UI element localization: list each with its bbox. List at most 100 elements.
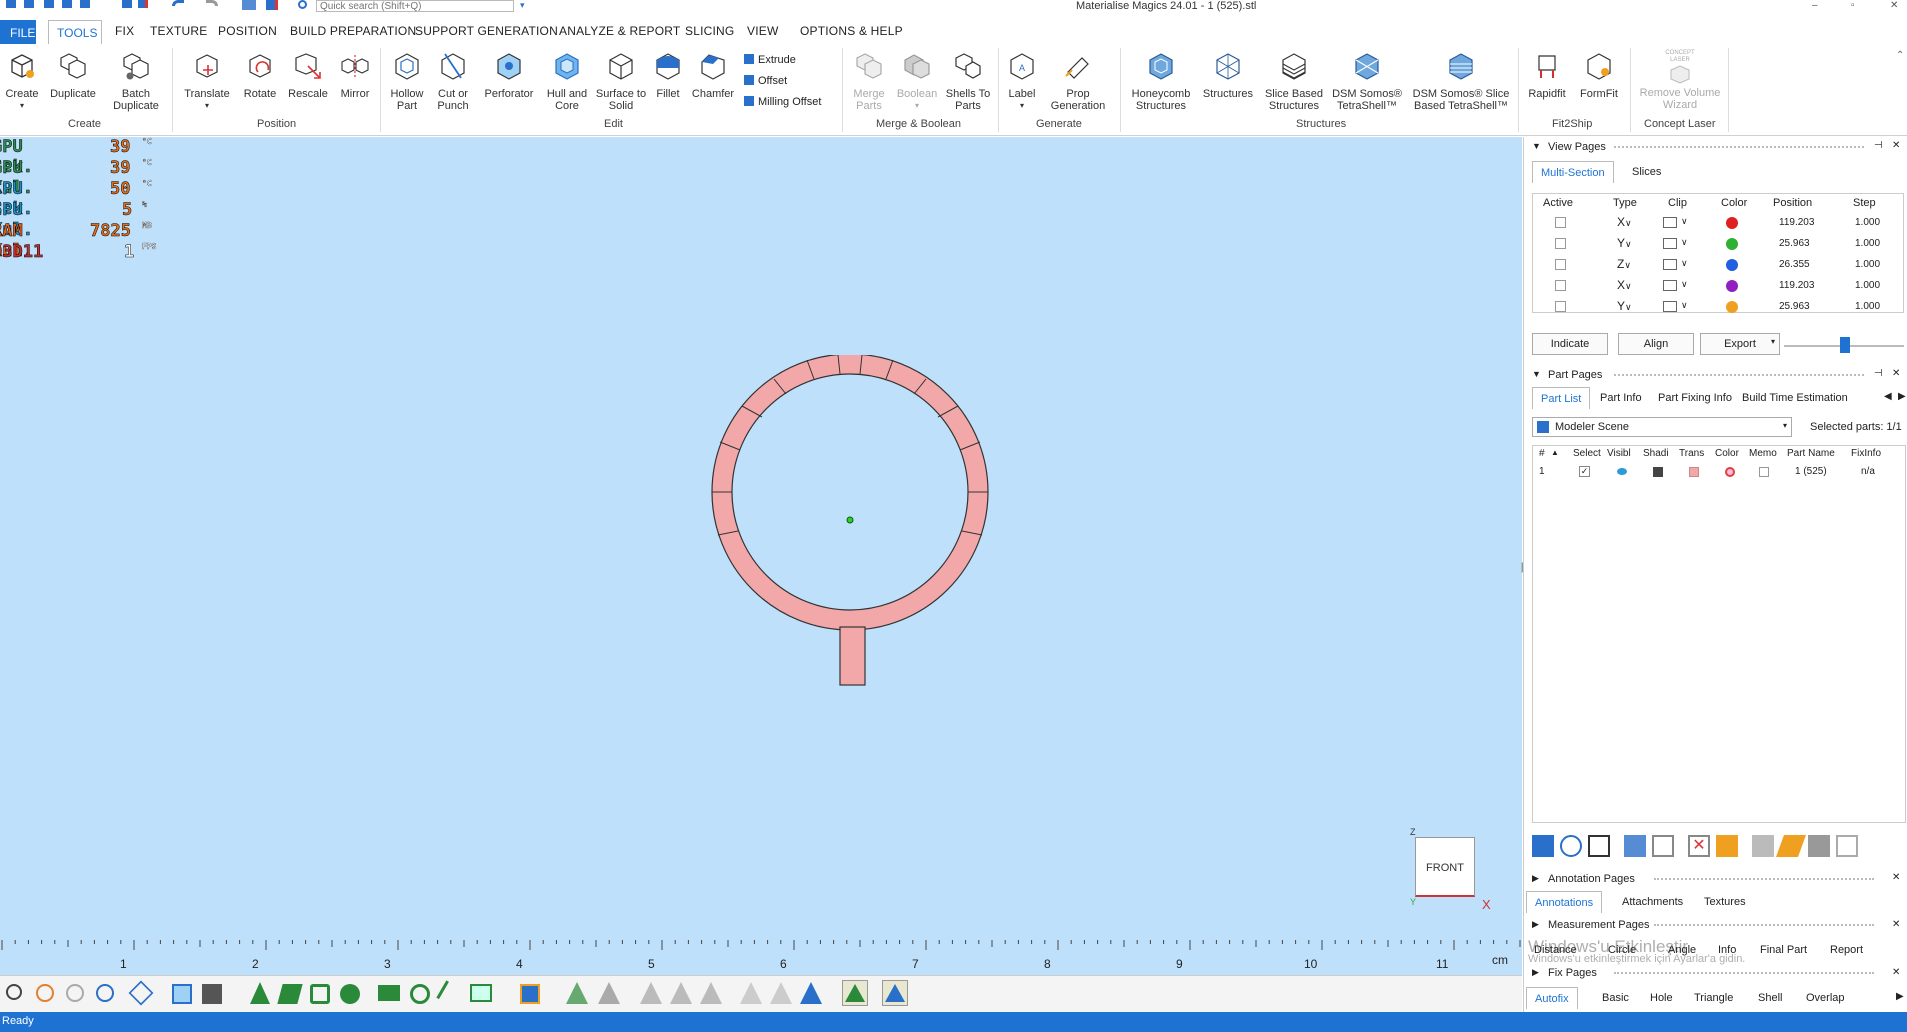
print-icon[interactable]: [80, 0, 90, 8]
tab-triangle[interactable]: Triangle: [1686, 987, 1741, 1009]
quick-search-input[interactable]: [316, 0, 514, 12]
mark-triangle-icon[interactable]: [566, 982, 588, 1004]
section-step[interactable]: 1.000: [1855, 217, 1880, 228]
view-shaded-icon[interactable]: [202, 984, 222, 1004]
select-plane-icon[interactable]: [277, 984, 303, 1004]
part-pages-header[interactable]: ▼ Part Pages ⊣ ✕: [1524, 367, 1907, 387]
view-pages-header[interactable]: ▼ View Pages ⊣ ✕: [1524, 139, 1907, 159]
menu-support-generation[interactable]: SUPPORT GENERATION: [415, 24, 558, 38]
view-iso-icon[interactable]: [128, 980, 154, 1006]
section-color-swatch[interactable]: [1726, 259, 1738, 271]
tab-part-fixing-info[interactable]: Part Fixing Info: [1650, 387, 1740, 409]
prop-generation-button[interactable]: Prop Generation: [1046, 50, 1110, 112]
select-surface-icon[interactable]: [310, 984, 330, 1004]
tab-angle[interactable]: Angle: [1660, 939, 1704, 961]
active-checkbox[interactable]: [1555, 217, 1566, 228]
pin-icon[interactable]: ⊣: [1874, 140, 1883, 151]
open-icon[interactable]: [44, 0, 54, 8]
tab-scroll-left-icon[interactable]: ◀: [1884, 391, 1892, 402]
menu-analyze-report[interactable]: ANALYZE & REPORT: [559, 24, 680, 38]
dsm-tetrashell-button[interactable]: DSM Somos® TetraShell™: [1330, 50, 1404, 112]
collapse-triangle-icon[interactable]: ▼: [1532, 141, 1541, 151]
section-type[interactable]: X∨: [1617, 278, 1632, 292]
section-step[interactable]: 1.000: [1855, 280, 1880, 291]
close-icon[interactable]: ✕: [1892, 140, 1900, 151]
fix-pages-header[interactable]: ▶ Fix Pages ✕: [1524, 967, 1907, 987]
chevron-down-icon[interactable]: ∨: [1681, 279, 1688, 290]
expand-triangle-icon[interactable]: ▶: [1532, 919, 1539, 930]
menu-position[interactable]: POSITION: [218, 24, 277, 38]
delete-part-icon[interactable]: ✕: [1688, 835, 1710, 857]
tab-distance[interactable]: Distance: [1526, 939, 1585, 961]
surface-to-solid-button[interactable]: Surface to Solid: [594, 50, 648, 112]
new-icon[interactable]: [24, 0, 34, 8]
view-front-icon[interactable]: [172, 984, 192, 1004]
clip-icon[interactable]: [1663, 280, 1677, 291]
part-tool-icon[interactable]: [1716, 835, 1738, 857]
part-tool-icon[interactable]: [1752, 835, 1774, 857]
offset-button[interactable]: Offset: [744, 75, 787, 87]
mark-plane-icon[interactable]: [598, 982, 620, 1004]
deselect-icon[interactable]: [266, 0, 278, 10]
hollow-part-button[interactable]: Hollow Part: [384, 50, 430, 112]
section-type[interactable]: X∨: [1617, 215, 1632, 229]
extrude-button[interactable]: Extrude: [744, 54, 796, 66]
part-color-swatch[interactable]: [1725, 467, 1735, 477]
tab-attachments[interactable]: Attachments: [1614, 891, 1691, 913]
unmark-surface-icon[interactable]: [700, 982, 722, 1004]
table-row[interactable]: X∨ ∨ 119.203 1.000: [1533, 275, 1903, 296]
part-tool-icon[interactable]: [1588, 835, 1610, 857]
hull-and-core-button[interactable]: Hull and Core: [542, 50, 592, 112]
invert-marking-icon[interactable]: [800, 982, 822, 1004]
rotate-button[interactable]: Rotate: [240, 50, 280, 100]
zoom-window-icon[interactable]: [36, 984, 54, 1002]
active-checkbox[interactable]: [1555, 238, 1566, 249]
menu-file[interactable]: FILE: [0, 20, 36, 44]
select-rect-icon[interactable]: [378, 985, 400, 1001]
duplicate-button[interactable]: Duplicate: [46, 50, 100, 100]
close-icon[interactable]: ✕: [1892, 368, 1900, 379]
scene-select[interactable]: Modeler Scene ▾: [1532, 417, 1792, 437]
mark-all-icon[interactable]: [740, 982, 762, 1004]
close-icon[interactable]: ✕: [1892, 967, 1900, 978]
select-checkbox[interactable]: ✓: [1579, 466, 1590, 477]
expand-marking-icon[interactable]: [842, 980, 868, 1006]
section-step[interactable]: 1.000: [1855, 238, 1880, 249]
zoom-all-icon[interactable]: [96, 984, 114, 1002]
select-triangle-icon[interactable]: [250, 982, 270, 1004]
menu-fix[interactable]: FIX: [115, 24, 134, 38]
menu-slicing[interactable]: SLICING: [685, 24, 734, 38]
tab-part-list[interactable]: Part List: [1532, 387, 1591, 409]
collapse-triangle-icon[interactable]: ▼: [1532, 369, 1541, 379]
table-row[interactable]: X∨ ∨ 119.203 1.000: [1533, 212, 1903, 233]
shrink-marking-icon[interactable]: [882, 980, 908, 1006]
remove-volume-wizard-button[interactable]: CONCEPT LASER Remove Volume Wizard: [1634, 50, 1726, 111]
clip-icon[interactable]: [1663, 217, 1677, 228]
ribbon-collapse-icon[interactable]: ⌃: [1896, 50, 1904, 61]
view-cube[interactable]: FRONT Z Y: [1410, 827, 1476, 907]
tab-textures[interactable]: Textures: [1696, 891, 1754, 913]
visible-eye-icon[interactable]: [1617, 468, 1627, 475]
3d-viewport[interactable]: GPU Sck.39°C GPU Kul.39°C CPU Sck.50°C C…: [0, 137, 1522, 942]
mirror-button[interactable]: Mirror: [334, 50, 376, 100]
formfit-button[interactable]: FormFit: [1574, 50, 1624, 100]
chevron-down-icon[interactable]: ∨: [1681, 258, 1688, 269]
sort-icon[interactable]: ▲: [1551, 448, 1559, 457]
part-tool-icon[interactable]: [1532, 835, 1554, 857]
section-color-swatch[interactable]: [1726, 280, 1738, 292]
tab-shell[interactable]: Shell: [1750, 987, 1790, 1009]
tab-circle[interactable]: Circle: [1600, 939, 1644, 961]
tab-autofix[interactable]: Autofix: [1526, 987, 1578, 1009]
active-checkbox[interactable]: [1555, 259, 1566, 270]
tab-annotations[interactable]: Annotations: [1526, 891, 1603, 913]
export-button[interactable]: Export ▾: [1700, 333, 1780, 355]
tab-build-time-estimation[interactable]: Build Time Estimation: [1734, 387, 1894, 409]
tab-slices[interactable]: Slices: [1624, 161, 1669, 183]
select-icon[interactable]: [242, 0, 256, 10]
create-button[interactable]: Create ▾: [2, 50, 42, 112]
import-icon[interactable]: [122, 0, 132, 8]
table-row[interactable]: Y∨ ∨ 25.963 1.000: [1533, 233, 1903, 254]
measurement-pages-header[interactable]: ▶ Measurement Pages ✕: [1524, 919, 1907, 939]
rescale-button[interactable]: Rescale: [286, 50, 330, 100]
select-box-icon[interactable]: [470, 984, 492, 1002]
